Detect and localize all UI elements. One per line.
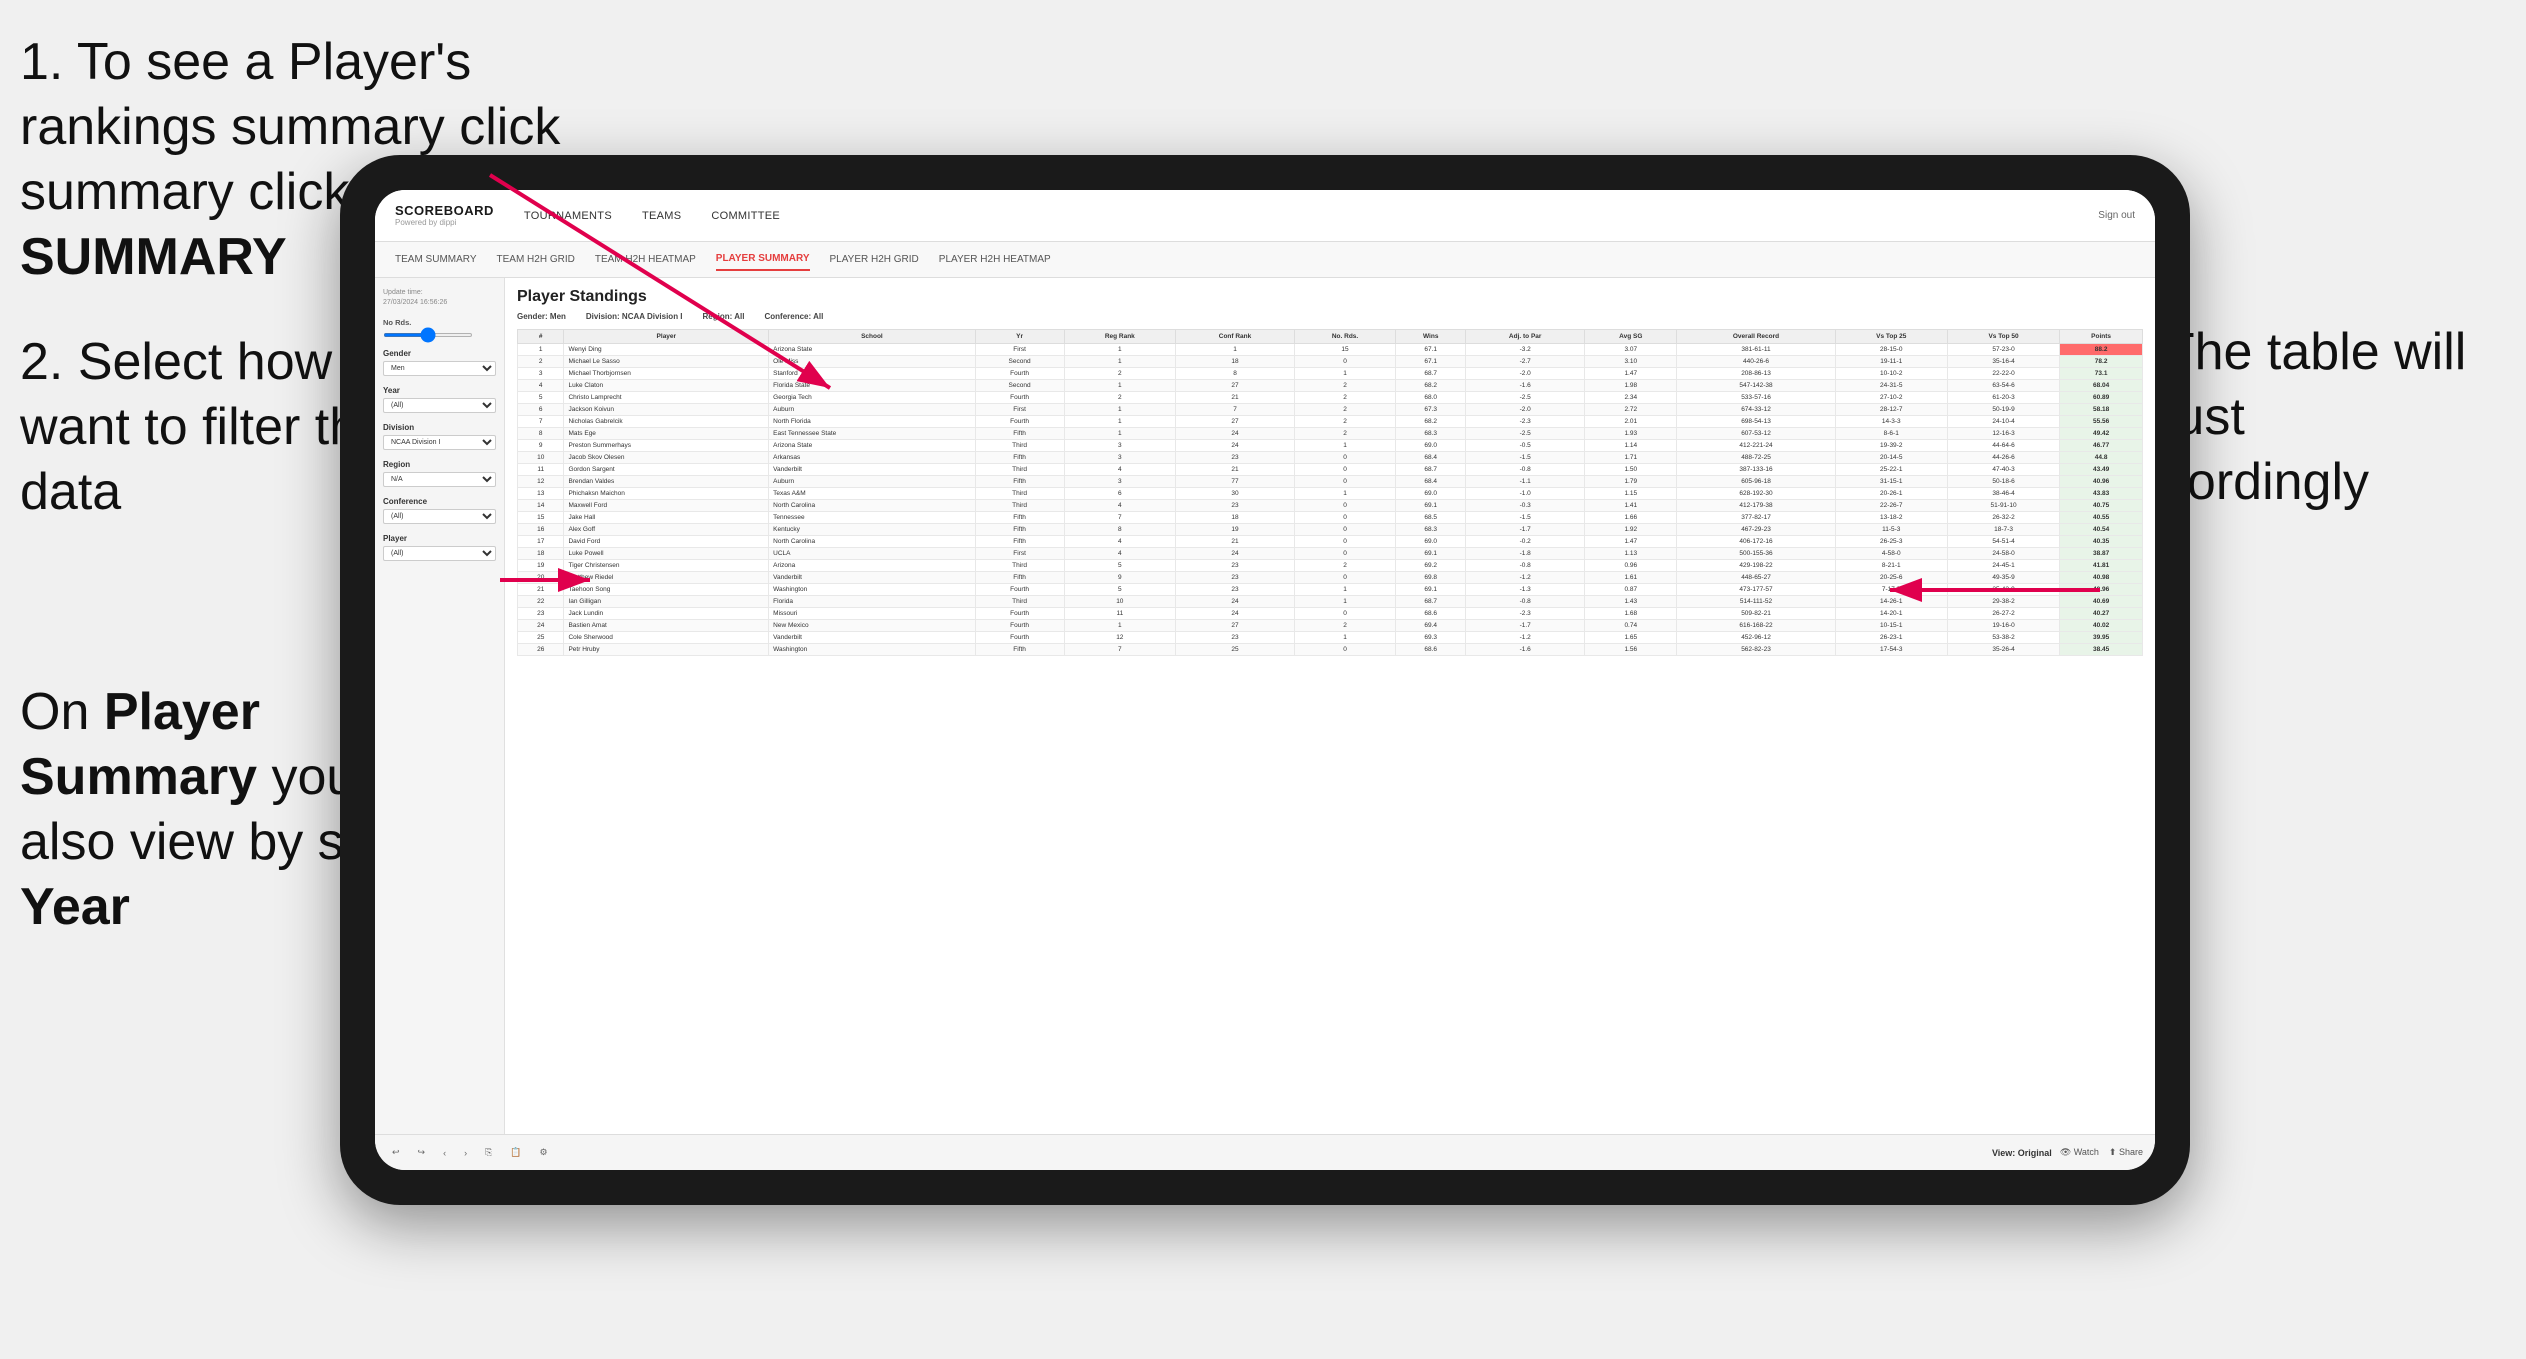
standings-table: # Player School Yr Reg Rank Conf Rank No…: [517, 329, 2143, 656]
col-player: Player: [564, 330, 769, 344]
logo-main: SCOREBOARD: [395, 204, 494, 217]
filter-gender-label: Gender: Men: [517, 312, 566, 321]
no-rds-label: No Rds.: [383, 318, 411, 327]
col-no-rds: No. Rds.: [1294, 330, 1395, 344]
table-row: 2Michael Le SassoOle MissSecond118067.1-…: [518, 356, 2143, 368]
nav-teams[interactable]: TEAMS: [642, 205, 681, 227]
year-select[interactable]: (All): [383, 398, 496, 413]
col-overall-record: Overall Record: [1677, 330, 1835, 344]
table-row: 5Christo LamprechtGeorgia TechFourth2212…: [518, 392, 2143, 404]
share-btn[interactable]: ⬆ Share: [2109, 1147, 2143, 1158]
main-content: Update time: 27/03/2024 16:56:26 No Rds.…: [375, 278, 2155, 1134]
nav-tournaments[interactable]: TOURNAMENTS: [524, 205, 612, 227]
table-row: 1Wenyi DingArizona StateFirst111567.1-3.…: [518, 344, 2143, 356]
col-vs-top25: Vs Top 25: [1835, 330, 1947, 344]
table-row: 19Tiger ChristensenArizonaThird523269.2-…: [518, 560, 2143, 572]
nav-back-btn[interactable]: ‹: [438, 1145, 451, 1161]
col-conf-rank: Conf Rank: [1176, 330, 1295, 344]
col-rank: #: [518, 330, 564, 344]
col-reg-rank: Reg Rank: [1064, 330, 1176, 344]
filter-conference-label: Conference: All: [764, 312, 823, 321]
table-row: 8Mats EgeEast Tennessee StateFifth124268…: [518, 428, 2143, 440]
table-row: 20Matthew RiedelVanderbiltFifth923069.8-…: [518, 572, 2143, 584]
instruction-step1-text: 1. To see a Player's rankings summary cl…: [20, 33, 560, 156]
sidebar: Update time: 27/03/2024 16:56:26 No Rds.…: [375, 278, 505, 1134]
table-row: 17David FordNorth CarolinaFifth421069.0-…: [518, 536, 2143, 548]
subnav-player-summary[interactable]: PLAYER SUMMARY: [716, 248, 810, 271]
table-row: 14Maxwell FordNorth CarolinaThird423069.…: [518, 500, 2143, 512]
table-row: 26Petr HrubyWashingtonFifth725068.6-1.61…: [518, 644, 2143, 656]
update-time: Update time: 27/03/2024 16:56:26: [383, 288, 496, 308]
region-select[interactable]: N/A: [383, 472, 496, 487]
table-row: 16Alex GoffKentuckyFifth819068.3-1.71.92…: [518, 524, 2143, 536]
header-right: Sign out: [2098, 210, 2135, 221]
no-rds-slider[interactable]: [383, 333, 473, 337]
copy-btn[interactable]: ⎘: [480, 1144, 497, 1161]
conference-filter-label: Conference: [383, 497, 496, 506]
table-title: Player Standings: [517, 288, 2143, 306]
tablet: SCOREBOARD Powered by dippi TOURNAMENTS …: [340, 155, 2190, 1205]
col-school: School: [769, 330, 975, 344]
table-row: 13Phichaksn MaichonTexas A&MThird630169.…: [518, 488, 2143, 500]
subnav-team-h2h-grid[interactable]: TEAM H2H GRID: [497, 249, 575, 270]
settings-btn[interactable]: ⚙: [535, 1144, 553, 1161]
filter-region-label: Region: All: [703, 312, 745, 321]
table-row: 18Luke PowellUCLAFirst424069.1-1.81.1350…: [518, 548, 2143, 560]
table-row: 10Jacob Skov OlesenArkansasFifth323068.4…: [518, 452, 2143, 464]
nav-fwd-btn[interactable]: ›: [459, 1145, 472, 1161]
conference-select[interactable]: (All): [383, 509, 496, 524]
subnav-team-summary[interactable]: TEAM SUMMARY: [395, 249, 477, 270]
region-filter-label: Region: [383, 460, 496, 469]
table-row: 25Cole SherwoodVanderbiltFourth1223169.3…: [518, 632, 2143, 644]
main-nav: TOURNAMENTS TEAMS COMMITTEE: [524, 205, 2098, 227]
watch-btn[interactable]: 👁 Watch: [2060, 1147, 2099, 1158]
sub-nav: TEAM SUMMARY TEAM H2H GRID TEAM H2H HEAT…: [375, 242, 2155, 278]
nav-committee[interactable]: COMMITTEE: [711, 205, 780, 227]
filter-display-row: Gender: Men Division: NCAA Division I Re…: [517, 312, 2143, 321]
table-row: 21Taehoon SongWashingtonFourth523169.1-1…: [518, 584, 2143, 596]
subnav-team-h2h-heatmap[interactable]: TEAM H2H HEATMAP: [595, 249, 696, 270]
gender-select[interactable]: Men: [383, 361, 496, 376]
view-label: View: Original: [1992, 1148, 2052, 1158]
col-yr: Yr: [975, 330, 1064, 344]
table-row: 3Michael ThorbjornsenStanfordFourth28168…: [518, 368, 2143, 380]
subnav-player-h2h-grid[interactable]: PLAYER H2H GRID: [830, 249, 919, 270]
table-area: Player Standings Gender: Men Division: N…: [505, 278, 2155, 1134]
table-row: 15Jake HallTennesseeFifth718068.5-1.51.6…: [518, 512, 2143, 524]
col-wins: Wins: [1396, 330, 1466, 344]
table-row: 23Jack LundinMissouriFourth1124068.6-2.3…: [518, 608, 2143, 620]
table-row: 7Nicholas GabrelcikNorth FloridaFourth12…: [518, 416, 2143, 428]
division-filter-label: Division: [383, 423, 496, 432]
tablet-screen: SCOREBOARD Powered by dippi TOURNAMENTS …: [375, 190, 2155, 1170]
col-vs-top50: Vs Top 50: [1947, 330, 2059, 344]
col-avg-sg: Avg SG: [1585, 330, 1677, 344]
redo-btn[interactable]: ↪: [413, 1144, 431, 1161]
table-row: 24Bastien AmatNew MexicoFourth127269.4-1…: [518, 620, 2143, 632]
table-row: 12Brendan ValdesAuburnFifth377068.4-1.11…: [518, 476, 2143, 488]
undo-btn[interactable]: ↩: [387, 1144, 405, 1161]
filter-division-label: Division: NCAA Division I: [586, 312, 683, 321]
table-row: 9Preston SummerhaysArizona StateThird324…: [518, 440, 2143, 452]
table-row: 11Gordon SargentVanderbiltThird421068.7-…: [518, 464, 2143, 476]
logo: SCOREBOARD Powered by dippi: [395, 204, 494, 227]
table-row: 6Jackson KoivunAuburnFirst17267.3-2.02.7…: [518, 404, 2143, 416]
division-select[interactable]: NCAA Division I: [383, 435, 496, 450]
sign-out-link[interactable]: Sign out: [2098, 210, 2135, 221]
paste-btn[interactable]: 📋: [505, 1144, 526, 1161]
instruction-bottom-text1: On: [20, 683, 104, 741]
subnav-player-h2h-heatmap[interactable]: PLAYER H2H HEATMAP: [939, 249, 1051, 270]
player-select[interactable]: (All): [383, 546, 496, 561]
col-points: Points: [2060, 330, 2143, 344]
table-row: 22Ian GilliganFloridaThird1024168.7-0.81…: [518, 596, 2143, 608]
player-filter-label: Player: [383, 534, 496, 543]
gender-filter-label: Gender: [383, 349, 496, 358]
logo-sub: Powered by dippi: [395, 219, 494, 227]
toolbar-right: 👁 Watch ⬆ Share: [2060, 1147, 2143, 1158]
year-filter-label: Year: [383, 386, 496, 395]
table-row: 4Luke ClatonFlorida StateSecond127268.2-…: [518, 380, 2143, 392]
instruction-bottom-bold2: Year: [20, 878, 130, 936]
bottom-toolbar: ↩ ↪ ‹ › ⎘ 📋 ⚙ View: Original 👁 Watch ⬆ S…: [375, 1134, 2155, 1170]
col-adj-par: Adj. to Par: [1466, 330, 1585, 344]
app-header: SCOREBOARD Powered by dippi TOURNAMENTS …: [375, 190, 2155, 242]
